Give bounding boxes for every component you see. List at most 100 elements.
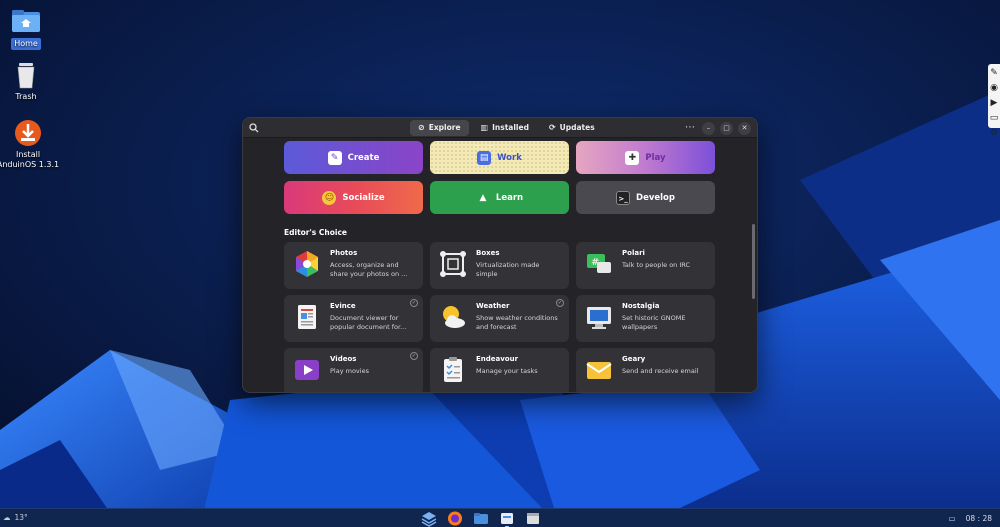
- category-create[interactable]: ✎ Create: [284, 141, 423, 174]
- play-icon: [293, 356, 321, 384]
- app-name: Videos: [330, 355, 357, 363]
- search-icon[interactable]: [248, 122, 260, 134]
- desktop-icon-label: Install AnduinOS 1.3.1: [0, 150, 60, 169]
- tab-explore[interactable]: ⊘ Explore: [410, 120, 469, 136]
- editors-choice-grid: Photos Access, organize and share your p…: [284, 242, 716, 392]
- app-name: Weather: [476, 302, 510, 310]
- category-play[interactable]: ✚ Play: [576, 141, 715, 174]
- app-description: Send and receive email: [622, 367, 699, 375]
- explore-page: ✎ Create ▤ Work ✚ Play ☺ Socialize ▲ Lea…: [243, 139, 757, 392]
- app-card-videos[interactable]: ✓ Videos Play movies: [284, 348, 423, 392]
- desktop-icon-home[interactable]: Home: [0, 6, 56, 50]
- weather-widget[interactable]: ☁ 13°: [3, 513, 28, 522]
- category-learn[interactable]: ▲ Learn: [430, 181, 569, 214]
- category-develop[interactable]: >_ Develop: [576, 181, 715, 214]
- briefcase-icon: ▤: [477, 150, 492, 165]
- installed-check-icon: ✓: [556, 299, 564, 307]
- installer-icon: [11, 118, 45, 148]
- tab-updates[interactable]: ⟳ Updates: [541, 120, 603, 136]
- firefox-icon[interactable]: [446, 510, 464, 527]
- app-description: Document viewer for popular document for…: [330, 314, 407, 331]
- monitor-icon[interactable]: ▭: [989, 112, 999, 124]
- system-tray: ▭ 08 : 28: [949, 514, 992, 523]
- category-label: Learn: [495, 192, 524, 203]
- folder-icon: [9, 6, 43, 36]
- app-name: Geary: [622, 355, 646, 363]
- app-card-nostalgia[interactable]: Nostalgia Set historic GNOME wallpapers: [576, 295, 715, 342]
- app-card-evince[interactable]: ✓ Evince Document viewer for popular doc…: [284, 295, 423, 342]
- video-icon[interactable]: ▶: [989, 97, 999, 109]
- taskbar: ☁ 13° ▭ 08 : 28: [0, 508, 1000, 527]
- category-label: Work: [497, 152, 522, 163]
- category-grid: ✎ Create ▤ Work ✚ Play ☺ Socialize ▲ Lea…: [284, 141, 716, 214]
- section-title: Editor's Choice: [284, 228, 347, 237]
- app-description: Play movies: [330, 367, 369, 375]
- close-button[interactable]: ✕: [738, 121, 751, 135]
- menu-icon[interactable]: ⋯: [683, 121, 697, 135]
- app-name: Polari: [622, 249, 645, 257]
- camera-icon[interactable]: ◉: [989, 82, 999, 94]
- mail-icon: [585, 356, 613, 384]
- photos-icon: [293, 250, 321, 278]
- clock[interactable]: 08 : 28: [966, 514, 992, 523]
- text-editor-icon[interactable]: [524, 510, 542, 527]
- boxes-icon: [439, 250, 467, 278]
- category-label: Develop: [636, 192, 675, 203]
- tab-label: Explore: [428, 123, 461, 132]
- desktop-icon-label: Trash: [15, 92, 37, 101]
- app-description: Virtualization made simple: [476, 261, 540, 278]
- gear-icon[interactable]: ⚙: [989, 127, 999, 139]
- software-icon[interactable]: [498, 510, 516, 527]
- app-description: Talk to people on IRC: [622, 261, 691, 269]
- app-card-endeavour[interactable]: Endeavour Manage your tasks: [430, 348, 569, 392]
- desktop-icon-trash[interactable]: Trash: [0, 60, 56, 102]
- desktop-icon-label: Home: [11, 38, 41, 50]
- tab-label: Installed: [492, 123, 529, 132]
- app-name: Nostalgia: [622, 302, 660, 310]
- software-window: ⊘ Explore ▥ Installed ⟳ Updates ⋯ – ▢ ✕ …: [242, 117, 758, 393]
- app-name: Boxes: [476, 249, 500, 257]
- app-name: Photos: [330, 249, 358, 257]
- app-card-weather[interactable]: ✓ Weather Show weather conditions and fo…: [430, 295, 569, 342]
- chat-icon: #: [585, 250, 613, 278]
- files-icon[interactable]: [472, 510, 490, 527]
- category-label: Create: [347, 152, 380, 163]
- category-label: Socialize: [342, 192, 385, 203]
- window-controls: ⋯ – ▢ ✕: [683, 121, 751, 135]
- smiley-icon: ☺: [322, 190, 337, 205]
- app-name: Evince: [330, 302, 356, 310]
- temperature: 13°: [14, 513, 28, 522]
- app-card-polari[interactable]: # Polari Talk to people on IRC: [576, 242, 715, 289]
- minimize-button[interactable]: –: [702, 121, 715, 135]
- app-name: Endeavour: [476, 355, 519, 363]
- maximize-button[interactable]: ▢: [720, 121, 733, 135]
- view-switcher: ⊘ Explore ▥ Installed ⟳ Updates: [410, 120, 603, 136]
- palette-icon: ✎: [327, 150, 342, 165]
- installed-check-icon: ✓: [410, 299, 418, 307]
- screenshot-toolbar: ✎ ◉ ▶ ▭ ⚙: [988, 64, 1000, 138]
- app-description: Manage your tasks: [476, 367, 538, 375]
- weather-icon: [439, 303, 467, 331]
- app-card-photos[interactable]: Photos Access, organize and share your p…: [284, 242, 423, 289]
- tab-installed[interactable]: ▥ Installed: [473, 120, 537, 136]
- refresh-icon: ⟳: [548, 123, 556, 132]
- monitor-icon: [585, 303, 613, 331]
- layers-icon[interactable]: [420, 510, 438, 527]
- cloud-icon: ☁: [3, 513, 11, 522]
- category-work[interactable]: ▤ Work: [430, 141, 569, 174]
- display-icon[interactable]: ▭: [949, 514, 956, 523]
- scrollbar[interactable]: [752, 224, 755, 299]
- app-description: Access, organize and share your photos o…: [330, 261, 408, 278]
- app-card-boxes[interactable]: Boxes Virtualization made simple: [430, 242, 569, 289]
- header-bar: ⊘ Explore ▥ Installed ⟳ Updates ⋯ – ▢ ✕: [243, 118, 757, 138]
- library-icon: ▥: [480, 123, 489, 132]
- desktop-icon-installer[interactable]: Install AnduinOS 1.3.1: [0, 118, 60, 170]
- pencil-icon[interactable]: ✎: [989, 67, 999, 79]
- compass-icon: ⊘: [418, 123, 425, 132]
- gamepad-icon: ✚: [625, 150, 640, 165]
- tab-label: Updates: [559, 123, 595, 132]
- trash-icon: [9, 60, 43, 90]
- category-socialize[interactable]: ☺ Socialize: [284, 181, 423, 214]
- category-label: Play: [645, 152, 666, 163]
- app-card-geary[interactable]: Geary Send and receive email: [576, 348, 715, 392]
